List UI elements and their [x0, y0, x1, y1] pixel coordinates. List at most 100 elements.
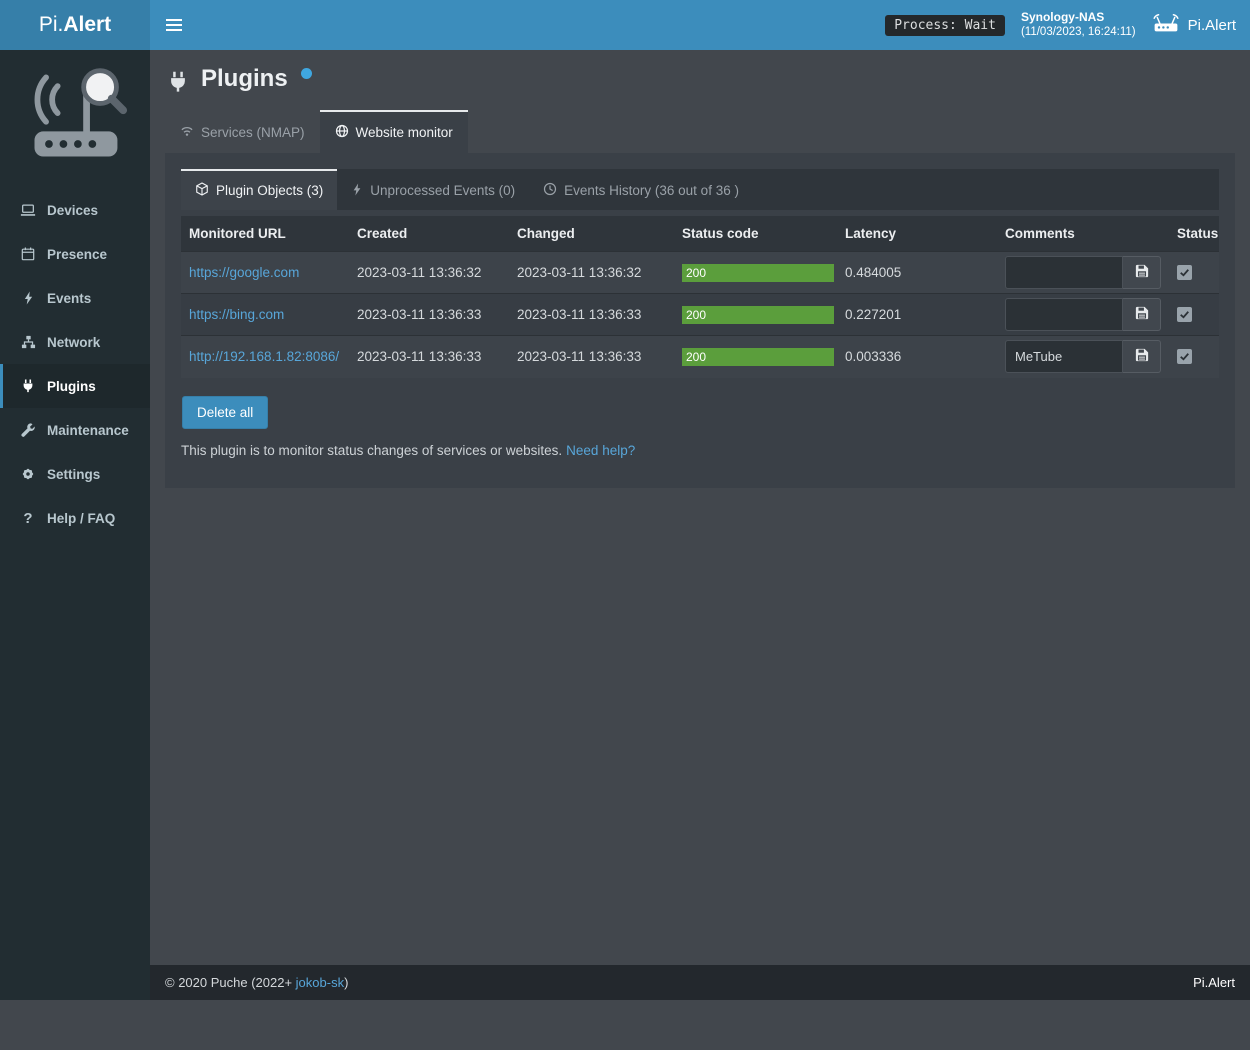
col-monitored-url: Monitored URL	[181, 216, 349, 252]
sidebar-item-help-faq[interactable]: ? Help / FAQ	[0, 496, 150, 540]
monitored-url-link[interactable]: http://192.168.1.82:8086/	[189, 349, 339, 364]
col-changed: Changed	[509, 216, 674, 252]
created-cell: 2023-03-11 13:36:32	[349, 252, 509, 294]
status-code-cell: 200	[674, 294, 837, 336]
top-navbar: Pi.Alert Process: Wait Synology-NAS (11/…	[0, 0, 1250, 50]
plug-icon	[167, 71, 189, 98]
tab-label: Plugin Objects (3)	[216, 183, 323, 198]
status-code-bar: 200	[682, 306, 834, 324]
save-comment-button[interactable]	[1123, 256, 1161, 289]
latency-cell: 0.484005	[837, 252, 997, 294]
host-timestamp: (11/03/2023, 16:24:11)	[1021, 25, 1136, 40]
sidebar-item-maintenance[interactable]: Maintenance	[0, 408, 150, 452]
latency-cell: 0.003336	[837, 336, 997, 378]
status-checkbox[interactable]	[1177, 307, 1192, 322]
sidebar-item-label: Events	[47, 291, 91, 306]
brand-logo[interactable]: Pi.Alert	[0, 0, 150, 50]
delete-all-button[interactable]: Delete all	[182, 396, 268, 429]
table-header-row: Monitored URL Created Changed Status cod…	[181, 216, 1219, 252]
author-link[interactable]: jokob-sk	[296, 975, 344, 990]
sidebar-item-label: Maintenance	[47, 423, 129, 438]
cube-icon	[195, 182, 209, 199]
host-info: Synology-NAS (11/03/2023, 16:24:11)	[1021, 10, 1136, 41]
footer-app-name: Pi.Alert	[1193, 975, 1235, 990]
sidebar-item-label: Settings	[47, 467, 100, 482]
table-row: http://192.168.1.82:8086/ 2023-03-11 13:…	[181, 336, 1219, 378]
navbar-app-label: Pi.Alert	[1188, 17, 1236, 34]
sidebar-item-devices[interactable]: Devices	[0, 188, 150, 232]
calendar-icon	[19, 247, 37, 261]
main-content: Plugins Services (NMAP) Website monitor …	[150, 50, 1250, 488]
plug-icon	[19, 379, 37, 393]
save-comment-button[interactable]	[1123, 298, 1161, 331]
tab-website-monitor[interactable]: Website monitor	[320, 110, 468, 153]
page-title: Plugins	[201, 66, 288, 92]
monitored-url-cell: https://bing.com	[181, 294, 349, 336]
question-icon: ?	[19, 510, 37, 527]
status-checkbox[interactable]	[1177, 265, 1192, 280]
tab-plugin-objects[interactable]: Plugin Objects (3)	[181, 169, 337, 210]
col-latency: Latency	[837, 216, 997, 252]
monitored-url-link[interactable]: https://google.com	[189, 265, 299, 280]
tab-unprocessed-events[interactable]: Unprocessed Events (0)	[337, 169, 529, 210]
website-monitor-panel: Plugin Objects (3) Unprocessed Events (0…	[165, 153, 1235, 488]
comment-group	[1005, 298, 1161, 331]
sidebar-item-presence[interactable]: Presence	[0, 232, 150, 276]
plugin-description-row: This plugin is to monitor status changes…	[181, 443, 1219, 458]
save-icon	[1135, 306, 1149, 323]
copyright-text: © 2020 Puche (2022+	[165, 975, 296, 990]
status-code-cell: 200	[674, 336, 837, 378]
table-row: https://bing.com 2023-03-11 13:36:33 202…	[181, 294, 1219, 336]
sidebar: Devices Presence Events Network Plugins	[0, 50, 150, 1000]
laptop-icon	[19, 204, 37, 217]
comment-input[interactable]	[1005, 256, 1123, 289]
status-code-bar: 200	[682, 264, 834, 282]
sidebar-toggle-button[interactable]	[150, 0, 198, 50]
save-comment-button[interactable]	[1123, 340, 1161, 373]
sidebar-item-events[interactable]: Events	[0, 276, 150, 320]
hamburger-icon	[166, 19, 182, 31]
sidebar-menu: Devices Presence Events Network Plugins	[0, 188, 150, 540]
copyright-suffix: )	[344, 975, 348, 990]
app-logo	[0, 50, 150, 188]
bolt-icon	[351, 183, 363, 199]
status-cell	[1169, 336, 1219, 378]
tab-label: Website monitor	[356, 125, 453, 140]
tab-services-nmap[interactable]: Services (NMAP)	[165, 110, 320, 153]
page-header: Plugins	[165, 58, 1235, 110]
status-cell	[1169, 252, 1219, 294]
status-checkbox[interactable]	[1177, 349, 1192, 364]
tab-label: Events History (36 out of 36 )	[564, 183, 739, 198]
sidebar-item-network[interactable]: Network	[0, 320, 150, 364]
comment-input[interactable]	[1005, 298, 1123, 331]
changed-cell: 2023-03-11 13:36:33	[509, 336, 674, 378]
plugins-info-badge[interactable]	[301, 68, 312, 79]
comment-input[interactable]	[1005, 340, 1123, 373]
created-cell: 2023-03-11 13:36:33	[349, 336, 509, 378]
latency-cell: 0.227201	[837, 294, 997, 336]
plugin-table-body: https://google.com 2023-03-11 13:36:32 2…	[181, 252, 1219, 378]
tab-events-history[interactable]: Events History (36 out of 36 )	[529, 169, 753, 210]
sidebar-item-label: Presence	[47, 247, 107, 262]
router-icon	[1152, 13, 1180, 38]
changed-cell: 2023-03-11 13:36:33	[509, 294, 674, 336]
monitored-url-cell: http://192.168.1.82:8086/	[181, 336, 349, 378]
navbar: Process: Wait Synology-NAS (11/03/2023, …	[150, 0, 1250, 50]
navbar-right: Process: Wait Synology-NAS (11/03/2023, …	[885, 10, 1250, 41]
navbar-app-link[interactable]: Pi.Alert	[1152, 13, 1236, 38]
status-code-cell: 200	[674, 252, 837, 294]
bolt-icon	[19, 291, 37, 305]
brand-pi-text: Pi.	[39, 13, 64, 37]
sidebar-item-label: Plugins	[47, 379, 96, 394]
clock-icon	[543, 182, 557, 199]
status-code-bar: 200	[682, 348, 834, 366]
sidebar-item-plugins[interactable]: Plugins	[0, 364, 150, 408]
sidebar-item-settings[interactable]: Settings	[0, 452, 150, 496]
comment-group	[1005, 256, 1161, 289]
sidebar-item-label: Help / FAQ	[47, 511, 115, 526]
changed-cell: 2023-03-11 13:36:32	[509, 252, 674, 294]
need-help-link[interactable]: Need help?	[566, 443, 635, 458]
plugin-type-tabs: Services (NMAP) Website monitor	[165, 110, 1235, 153]
gear-icon	[19, 467, 37, 481]
monitored-url-link[interactable]: https://bing.com	[189, 307, 284, 322]
